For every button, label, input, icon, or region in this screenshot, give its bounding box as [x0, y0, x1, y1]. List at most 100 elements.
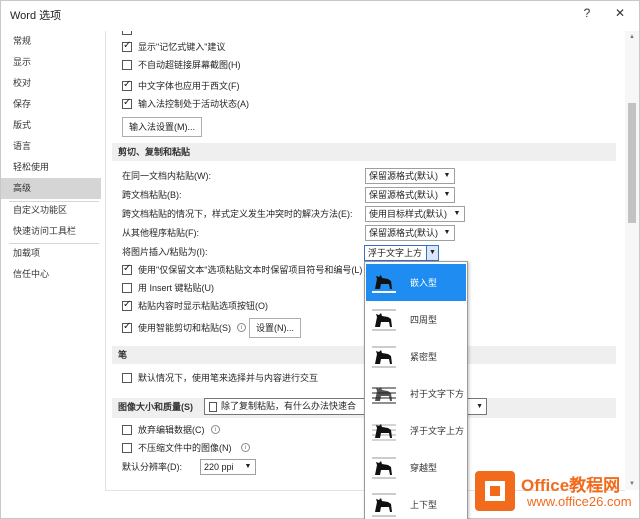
wrap-option-label: 紧密型 [410, 352, 438, 362]
checkbox[interactable] [122, 31, 132, 35]
chevron-down-icon: ▼ [453, 210, 461, 217]
info-icon: i [241, 443, 250, 452]
sidebar-item-addins[interactable]: 加载项 [1, 243, 101, 264]
option-label: 不压缩文件中的图像(N) [138, 443, 232, 453]
title-bar: Word 选项 ? ✕ [1, 1, 639, 27]
ime-control-checkbox[interactable] [122, 97, 132, 109]
wrap-option-through[interactable]: 穿越型 [366, 449, 466, 486]
word-options-dialog: Word 选项 ? ✕ 常规 显示 校对 保存 版式 语言 轻松使用 高级 自定… [0, 0, 640, 519]
chevron-down-icon: ▼ [443, 191, 451, 198]
sidebar-item-language[interactable]: 语言 [1, 136, 101, 157]
office26-watermark: Office教程网 www.office26.com [473, 467, 639, 515]
square-wrap-icon [372, 309, 396, 331]
help-button[interactable]: ? [576, 4, 598, 22]
sidebar-item-layout[interactable]: 版式 [1, 115, 101, 136]
default-resolution-label: 默认分辨率(D): [122, 462, 182, 472]
sidebar-item-general[interactable]: 常规 [1, 31, 101, 52]
paste-row-label: 跨文档粘贴的情况下，样式定义发生冲突时的解决方法(E): [122, 209, 353, 219]
wrap-option-tight[interactable]: 紧密型 [366, 338, 466, 375]
option-label: 显示"记忆式键入"建议 [138, 42, 226, 52]
close-button[interactable]: ✕ [609, 4, 631, 22]
watermark-url: www.office26.com [527, 494, 632, 509]
window-title: Word 选项 [10, 10, 62, 22]
option-label: 不自动超链接屏幕截图(H) [138, 60, 241, 70]
paste-row-label: 跨文档粘贴(B): [122, 190, 182, 200]
select-value: 保留源格式(默认) [369, 190, 438, 200]
smart-cut-paste-checkbox[interactable] [122, 321, 132, 333]
scroll-up-icon[interactable]: ▲ [625, 31, 639, 43]
chevron-down-icon: ▼ [476, 403, 483, 410]
wrap-option-label: 衬于文字下方 [410, 389, 465, 399]
select-value: 保留源格式(默认) [369, 228, 438, 238]
sidebar-item-customize-ribbon[interactable]: 自定义功能区 [1, 200, 101, 221]
wrap-option-in-front-of-text[interactable]: 浮于文字上方 [366, 412, 466, 449]
show-paste-options-checkbox[interactable] [122, 299, 132, 311]
insert-picture-label: 将图片插入/粘贴为(I): [122, 247, 208, 257]
ime-settings-button[interactable]: 输入法设置(M)... [122, 117, 202, 137]
wrap-option-label: 嵌入型 [410, 278, 438, 288]
wrap-option-top-bottom[interactable]: 上下型 [366, 486, 466, 519]
wrap-option-inline[interactable]: 嵌入型 [366, 264, 466, 301]
paste-row-label: 在同一文档内粘贴(W): [122, 171, 211, 181]
chevron-down-icon: ▼ [443, 229, 451, 236]
no-auto-hyperlink-checkbox[interactable] [122, 60, 132, 70]
chinese-font-western-checkbox[interactable] [122, 79, 132, 91]
sidebar-item-advanced[interactable]: 高级 [1, 178, 101, 199]
paste-row-label: 从其他程序粘贴(F): [122, 228, 199, 238]
wrap-option-label: 浮于文字上方 [410, 426, 465, 436]
sidebar-item-quick-access-toolbar[interactable]: 快速访问工具栏 [1, 221, 101, 242]
default-resolution-select[interactable]: 220 ppi ▼ [200, 459, 256, 475]
select-value: 220 ppi [204, 462, 234, 472]
chevron-down-icon[interactable]: ▼ [426, 246, 438, 260]
option-label: 粘贴内容时显示粘贴选项按钮(O) [138, 301, 268, 311]
style-conflict-select[interactable]: 使用目标样式(默认) ▼ [365, 206, 465, 222]
option-label: 放弃编辑数据(C) [138, 425, 205, 435]
wrap-option-label: 穿越型 [410, 463, 438, 473]
sidebar-item-proofing[interactable]: 校对 [1, 73, 101, 94]
document-icon [209, 401, 217, 412]
watermark-title: Office教程网 [521, 476, 621, 495]
option-label: 使用智能剪切和粘贴(S) [138, 323, 231, 333]
tight-wrap-icon [372, 346, 396, 368]
option-label: 默认情况下，使用笔来选择并与内容进行交互 [138, 373, 319, 383]
top-bottom-wrap-icon [372, 493, 396, 517]
info-icon: i [237, 323, 246, 332]
wrap-option-label: 上下型 [410, 500, 438, 510]
wrap-style-dropdown: 嵌入型 四周型 紧密型 衬于文字下方 浮于文字上方 穿越型 上下型 [364, 261, 468, 519]
no-compress-checkbox[interactable] [122, 443, 132, 453]
select-value: 浮于文字上方 [368, 248, 423, 258]
select-value: 使用目标样式(默认) [369, 209, 447, 219]
option-label: 输入法控制处于活动状态(A) [138, 99, 249, 109]
wrap-option-label: 四周型 [410, 315, 438, 325]
through-wrap-icon [372, 457, 396, 479]
paste-cross-doc-select[interactable]: 保留源格式(默认) ▼ [365, 187, 455, 203]
sidebar-item-accessibility[interactable]: 轻松使用 [1, 157, 101, 178]
chevron-down-icon: ▼ [244, 463, 252, 470]
sidebar: 常规 显示 校对 保存 版式 语言 轻松使用 高级 自定义功能区 快速访问工具栏… [1, 31, 101, 519]
vertical-scrollbar[interactable]: ▲ ▼ [625, 31, 639, 490]
select-value: 除了复制粘贴，有什么办法快速合 [221, 401, 357, 411]
behind-text-icon [372, 387, 396, 404]
inline-wrap-icon [372, 275, 396, 293]
pen-select-checkbox[interactable] [122, 373, 132, 383]
keep-bullets-checkbox[interactable] [122, 263, 132, 275]
paste-other-program-select[interactable]: 保留源格式(默认) ▼ [365, 225, 455, 241]
section-cut-copy-paste: 剪切、复制和粘贴 [112, 143, 616, 161]
chevron-down-icon: ▼ [443, 172, 451, 179]
select-value: 保留源格式(默认) [369, 171, 438, 181]
option-label: 中文字体也应用于西文(F) [138, 81, 240, 91]
show-autocomplete-checkbox[interactable] [122, 40, 132, 52]
insert-picture-select[interactable]: 浮于文字上方 ▼ [364, 245, 439, 261]
wrap-option-square[interactable]: 四周型 [366, 301, 466, 338]
option-label: 使用"仅保留文本"选项粘贴文本时保留项目符号和编号(L) [138, 265, 363, 275]
smart-paste-settings-button[interactable]: 设置(N)... [249, 318, 301, 338]
sidebar-item-display[interactable]: 显示 [1, 52, 101, 73]
paste-same-doc-select[interactable]: 保留源格式(默认) ▼ [365, 168, 455, 184]
scrollbar-thumb[interactable] [628, 103, 636, 223]
insert-key-paste-checkbox[interactable] [122, 283, 132, 293]
wrap-option-behind-text[interactable]: 衬于文字下方 [366, 375, 466, 412]
sidebar-item-trust-center[interactable]: 信任中心 [1, 264, 101, 285]
sidebar-item-save[interactable]: 保存 [1, 94, 101, 115]
discard-edit-data-checkbox[interactable] [122, 425, 132, 435]
in-front-of-text-icon [372, 424, 396, 441]
